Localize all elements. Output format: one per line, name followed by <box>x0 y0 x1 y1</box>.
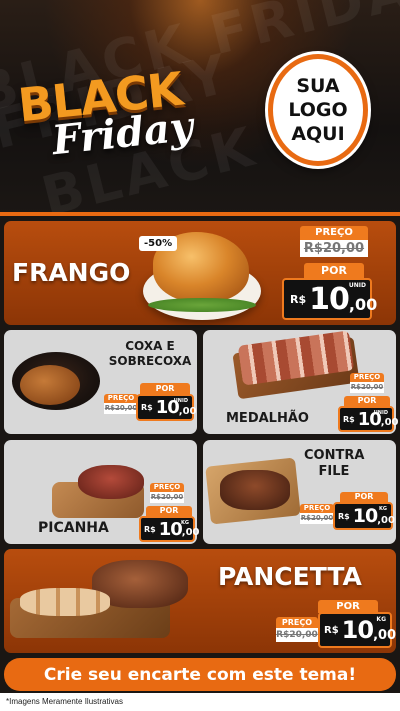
price-unit: UNID <box>173 398 188 404</box>
current-price: R$ 10 ,00 UNID <box>338 406 399 432</box>
old-price: R$20,00 <box>300 513 334 524</box>
price-tag-old: PREÇO R$20,00 <box>350 373 384 393</box>
por-label: POR <box>146 506 192 516</box>
por-label: POR <box>304 263 364 278</box>
header-divider <box>0 212 400 216</box>
price-tag-por: POR <box>146 506 192 516</box>
old-price: R$20,00 <box>104 403 138 414</box>
currency-symbol: R$ <box>343 414 355 424</box>
old-price: R$20,00 <box>350 382 384 393</box>
price-tag-old: PREÇO R$20,00 <box>300 504 334 524</box>
currency-symbol: R$ <box>144 524 156 534</box>
price-unit: KG <box>376 616 386 623</box>
por-label: POR <box>344 396 390 406</box>
logo-placeholder-line: AQUI <box>291 123 345 145</box>
logo-placeholder[interactable]: SUA LOGO AQUI <box>268 54 368 166</box>
price-unit: UNID <box>348 282 366 289</box>
product-name-line: COXA E <box>125 339 175 353</box>
product-name-line: CONTRA <box>304 448 365 463</box>
price-tag-old: PREÇO R$20,00 <box>104 394 138 414</box>
old-price: R$20,00 <box>300 240 368 257</box>
discount-badge: -50% <box>139 236 178 251</box>
price-unit: UNID <box>373 410 388 416</box>
contra-file-steak-image <box>220 470 290 510</box>
preco-label: PREÇO <box>276 617 318 628</box>
price-integer: 10 <box>309 281 350 317</box>
price-unit: KG <box>379 506 387 512</box>
por-label: POR <box>340 492 388 502</box>
garnish-image <box>148 298 256 312</box>
price-tag-por: POR <box>340 492 388 502</box>
picanha-steak-image <box>78 465 144 499</box>
price-tag-old: PREÇO R$20,00 <box>150 483 184 503</box>
disclaimer-text: *Imagens Meramente Ilustrativas <box>6 697 123 706</box>
product-name: COXA E SOBRECOXA <box>108 339 192 369</box>
preco-label: PREÇO <box>300 504 334 513</box>
create-flyer-button[interactable]: Crie seu encarte com este tema! <box>4 658 396 691</box>
chicken-leg-image <box>20 365 80 405</box>
currency-symbol: R$ <box>141 403 153 412</box>
price-tag-por: POR <box>140 383 190 394</box>
currency-symbol: R$ <box>338 511 350 521</box>
price-tag-por: POR <box>304 263 364 278</box>
preco-label: PREÇO <box>104 394 138 403</box>
product-name: PANCETTA <box>218 562 362 591</box>
product-name: MEDALHÃO <box>226 411 309 426</box>
price-integer: 10 <box>158 518 183 540</box>
price-tag-old: PREÇO R$20,00 <box>276 617 318 642</box>
price-cents: ,00 <box>373 628 397 643</box>
price-cents: ,00 <box>348 295 378 314</box>
current-price: R$ 10 ,00 UNID <box>136 394 197 421</box>
preco-label: PREÇO <box>150 483 184 492</box>
current-price: R$ 10 ,00 KG <box>333 502 395 530</box>
price-integer: 10 <box>341 616 374 644</box>
old-price: R$20,00 <box>150 492 184 503</box>
current-price: R$ 10 ,00 UNID <box>282 278 377 320</box>
product-name: PICANHA <box>38 520 109 536</box>
product-name: CONTRA FILE <box>304 448 364 480</box>
hero-banner: BLACK FRIDAY FRIDAY BLACK BLACK Friday S… <box>0 0 400 215</box>
logo-placeholder-line: SUA <box>296 75 340 97</box>
por-label: POR <box>140 383 190 394</box>
old-price: R$20,00 <box>276 628 318 642</box>
price-unit: KG <box>181 520 189 526</box>
price-integer: 10 <box>352 505 378 527</box>
price-tag-por: POR <box>344 396 390 406</box>
price-cents: ,00 <box>181 527 200 538</box>
product-name-line: SOBRECOXA <box>108 354 192 368</box>
pancetta-slices-image <box>20 588 110 616</box>
price-cents: ,00 <box>377 515 395 526</box>
current-price: R$ 10 ,00 KG <box>139 516 200 542</box>
product-name-line: FILE <box>318 464 350 479</box>
currency-symbol: R$ <box>290 292 307 306</box>
product-name: FRANGO <box>12 258 131 287</box>
price-cents: ,00 <box>380 417 399 428</box>
logo-placeholder-line: LOGO <box>288 99 348 121</box>
price-tag-old: PREÇO R$20,00 <box>300 226 368 257</box>
price-cents: ,00 <box>178 406 197 417</box>
preco-label: PREÇO <box>300 226 368 240</box>
current-price: R$ 10 ,00 KG <box>318 612 396 648</box>
currency-symbol: R$ <box>324 624 339 636</box>
preco-label: PREÇO <box>350 373 384 382</box>
